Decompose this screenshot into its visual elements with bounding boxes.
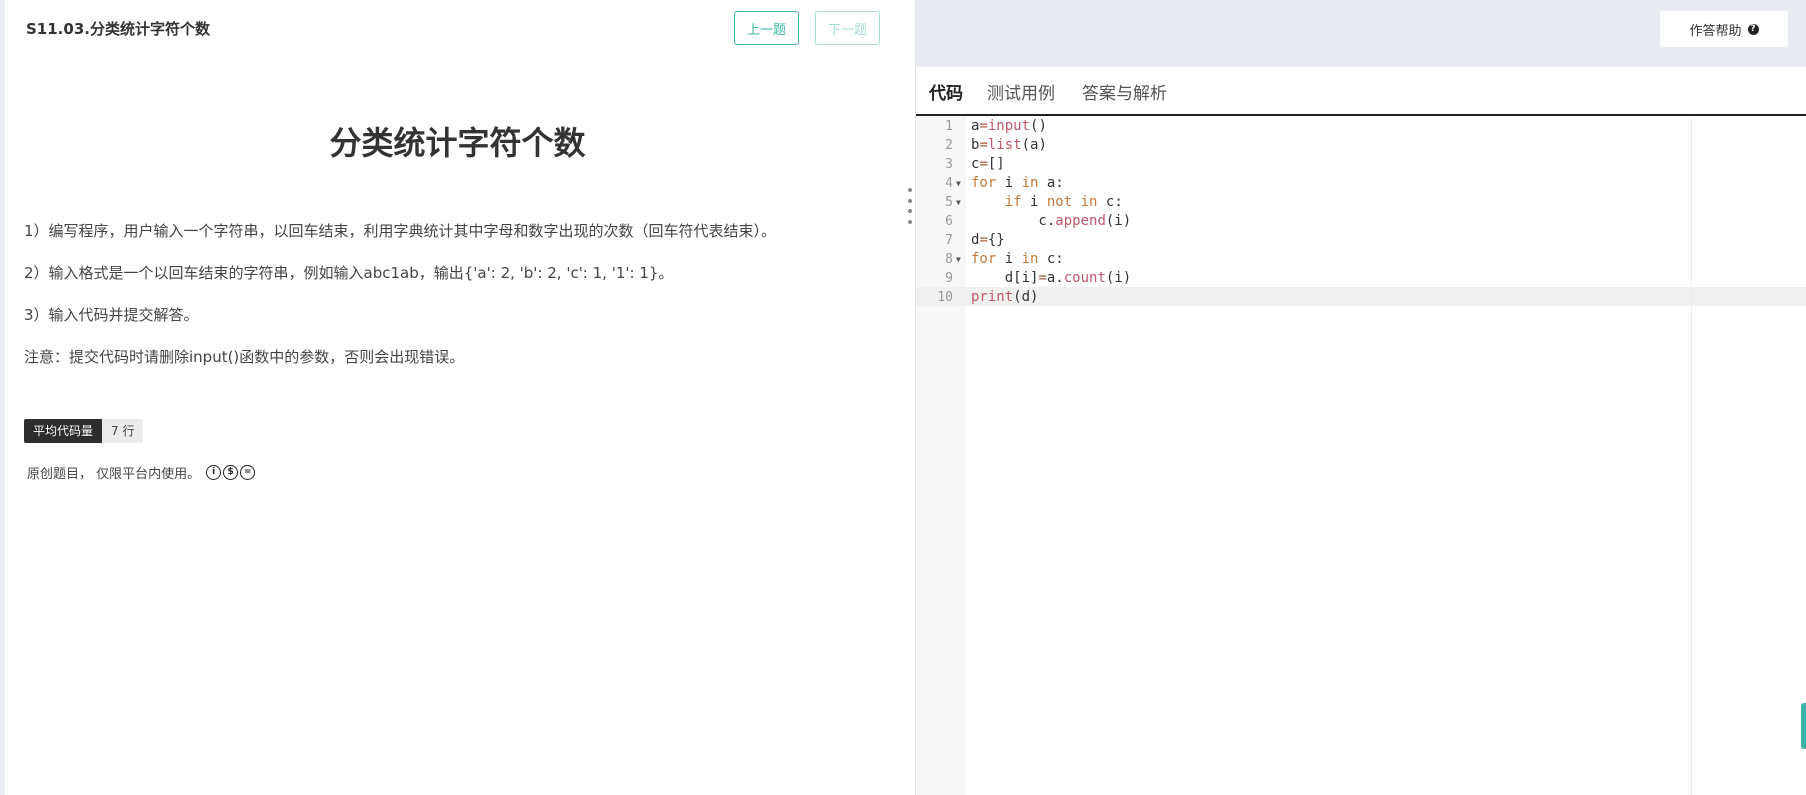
origin-note: 原创题目， 仅限平台内使用。 i $ = [27, 463, 256, 482]
code-line[interactable]: 4 ▼ for i in a: [916, 174, 1806, 193]
code-line[interactable]: 9 d[i]=a.count(i) [916, 269, 1806, 288]
next-problem-button[interactable]: 下一题 [815, 11, 880, 45]
line-number: 8 [945, 252, 953, 267]
code-text: c=[] [971, 156, 1005, 172]
avg-code-value: 7 行 [102, 419, 144, 443]
fold-arrow-icon[interactable]: ▼ [956, 193, 961, 212]
code-text: c.append(i) [971, 213, 1132, 229]
code-text: d[i]=a.count(i) [971, 270, 1132, 286]
description-line-1: 1）编写程序，用户输入一个字符串，以回车结束，利用字典统计其中字母和数字出现的次… [24, 222, 777, 240]
help-button-label: 作答帮助 [1689, 23, 1742, 39]
line-number: 3 [945, 157, 953, 172]
code-line[interactable]: 5 ▼ if i not in c: [916, 193, 1806, 212]
line-number: 5 [945, 195, 953, 210]
license-icons[interactable]: i $ = [206, 465, 256, 480]
side-float-tab[interactable] [1801, 703, 1806, 749]
description-line-3: 3）输入代码并提交解答。 [24, 306, 199, 324]
line-number: 1 [945, 119, 953, 134]
cc-nc-icon: $ [223, 465, 239, 480]
tab-answer-analysis[interactable]: 答案与解析 [1082, 79, 1167, 104]
line-number: 7 [945, 233, 953, 248]
origin-note-text: 原创题目， 仅限平台内使用。 [27, 467, 201, 482]
question-icon: ? [1747, 23, 1759, 35]
cc-by-icon: i [206, 465, 222, 480]
code-text: for i in c: [971, 251, 1064, 267]
code-text: b=list(a) [971, 137, 1047, 153]
code-text: d={} [971, 232, 1005, 248]
code-panel: 作答帮助 ? 代码 测试用例 答案与解析 1 a=input() 2 b=lis… [916, 0, 1806, 795]
description-note: 注意：提交代码时请删除input()函数中的参数，否则会出现错误。 [24, 348, 465, 366]
code-line[interactable]: 1 a=input() [916, 117, 1806, 136]
code-line[interactable]: 7 d={} [916, 231, 1806, 250]
code-line[interactable]: 2 b=list(a) [916, 136, 1806, 155]
tab-code[interactable]: 代码 [929, 79, 963, 104]
code-text: print(d) [971, 289, 1039, 305]
code-line[interactable]: 6 c.append(i) [916, 212, 1806, 231]
code-line[interactable]: 3 c=[] [916, 155, 1806, 174]
fold-arrow-icon[interactable]: ▼ [956, 174, 961, 193]
avg-code-label: 平均代码量 [24, 419, 103, 443]
line-number: 6 [945, 214, 953, 229]
code-panel-header: 作答帮助 ? [916, 0, 1806, 67]
line-number: 4 [945, 176, 953, 191]
splitter-handle-icon[interactable] [908, 188, 912, 224]
avg-code-badge: 平均代码量 7 行 [24, 419, 144, 443]
code-line[interactable]: 10 print(d) [916, 288, 1806, 307]
cc-nd-icon: = [240, 465, 256, 480]
line-number: 2 [945, 138, 953, 153]
code-line[interactable]: 8 ▼ for i in c: [916, 250, 1806, 269]
problem-title: 分类统计字符个数 [329, 124, 586, 162]
line-number: 9 [945, 271, 953, 286]
code-text: for i in a: [971, 175, 1064, 191]
code-text: if i not in c: [1004, 194, 1123, 210]
help-button[interactable]: 作答帮助 ? [1660, 11, 1788, 47]
code-editor[interactable]: 1 a=input() 2 b=list(a) 3 c=[] 4 ▼ for i… [916, 116, 1806, 795]
prev-problem-button[interactable]: 上一题 [734, 11, 799, 45]
problem-code-title: S11.03.分类统计字符个数 [26, 20, 210, 38]
code-tabs: 代码 测试用例 答案与解析 [916, 67, 1806, 116]
tab-test-cases[interactable]: 测试用例 [987, 79, 1055, 104]
line-number: 10 [937, 290, 953, 305]
description-line-2: 2）输入格式是一个以回车结束的字符串，例如输入abc1ab，输出{'a': 2,… [24, 264, 674, 282]
code-text: a=input() [971, 118, 1047, 134]
fold-arrow-icon[interactable]: ▼ [956, 250, 961, 269]
